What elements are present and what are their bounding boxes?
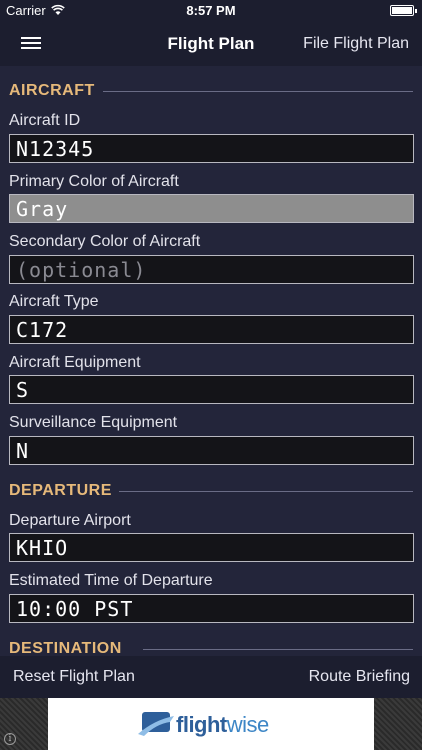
departure-time-input[interactable]: 10:00 PST bbox=[9, 594, 414, 623]
aircraft-equipment-input[interactable]: S bbox=[9, 375, 414, 404]
flightwise-ad-banner[interactable]: flightwise bbox=[48, 698, 374, 750]
ad-area: flightwise bbox=[0, 698, 422, 750]
flightwise-logo-icon bbox=[138, 712, 174, 736]
aircraft-id-label: Aircraft ID bbox=[9, 112, 81, 129]
secondary-color-input[interactable]: (optional) bbox=[9, 255, 414, 284]
brand-bold: flight bbox=[176, 712, 227, 737]
flightwise-logo-text: flightwise bbox=[176, 712, 269, 738]
section-title-destination: DESTINATION bbox=[9, 640, 122, 656]
secondary-color-label: Secondary Color of Aircraft bbox=[9, 233, 201, 250]
departure-airport-input[interactable]: KHIO bbox=[9, 533, 414, 562]
section-divider bbox=[143, 649, 413, 650]
flight-plan-form[interactable]: AIRCRAFT Aircraft ID N12345 Primary Colo… bbox=[0, 66, 422, 656]
page-title: Flight Plan bbox=[167, 34, 255, 53]
primary-color-label: Primary Color of Aircraft bbox=[9, 173, 179, 190]
aircraft-type-input[interactable]: C172 bbox=[9, 315, 414, 344]
departure-airport-label: Departure Airport bbox=[9, 512, 131, 529]
aircraft-id-input[interactable]: N12345 bbox=[9, 134, 414, 163]
aircraft-type-label: Aircraft Type bbox=[9, 293, 99, 310]
status-time: 8:57 PM bbox=[186, 3, 236, 18]
aircraft-equipment-label: Aircraft Equipment bbox=[9, 354, 141, 371]
surveillance-equipment-label: Surveillance Equipment bbox=[9, 414, 178, 431]
file-flight-plan-button[interactable]: File Flight Plan bbox=[303, 35, 409, 53]
section-divider bbox=[119, 491, 413, 492]
section-title-aircraft: AIRCRAFT bbox=[9, 82, 95, 99]
departure-time-label: Estimated Time of Departure bbox=[9, 572, 213, 589]
surveillance-equipment-input[interactable]: N bbox=[9, 436, 414, 465]
primary-color-input[interactable]: Gray bbox=[9, 194, 414, 223]
route-briefing-button[interactable]: Route Briefing bbox=[309, 668, 410, 686]
section-header-departure: DEPARTURE bbox=[9, 480, 413, 502]
section-header-aircraft: AIRCRAFT bbox=[9, 80, 413, 102]
navigation-bar: Flight Plan File Flight Plan bbox=[0, 22, 422, 66]
section-header-destination: DESTINATION bbox=[9, 638, 413, 656]
hamburger-menu-icon[interactable] bbox=[21, 35, 41, 51]
info-icon[interactable]: i bbox=[4, 733, 16, 745]
reset-flight-plan-button[interactable]: Reset Flight Plan bbox=[13, 668, 135, 686]
battery-icon bbox=[390, 5, 417, 16]
section-title-departure: DEPARTURE bbox=[9, 482, 112, 499]
status-bar: Carrier 8:57 PM bbox=[0, 0, 422, 22]
section-divider bbox=[103, 91, 413, 92]
bottom-toolbar: Reset Flight Plan Route Briefing bbox=[0, 656, 422, 698]
brand-light: wise bbox=[226, 712, 270, 737]
